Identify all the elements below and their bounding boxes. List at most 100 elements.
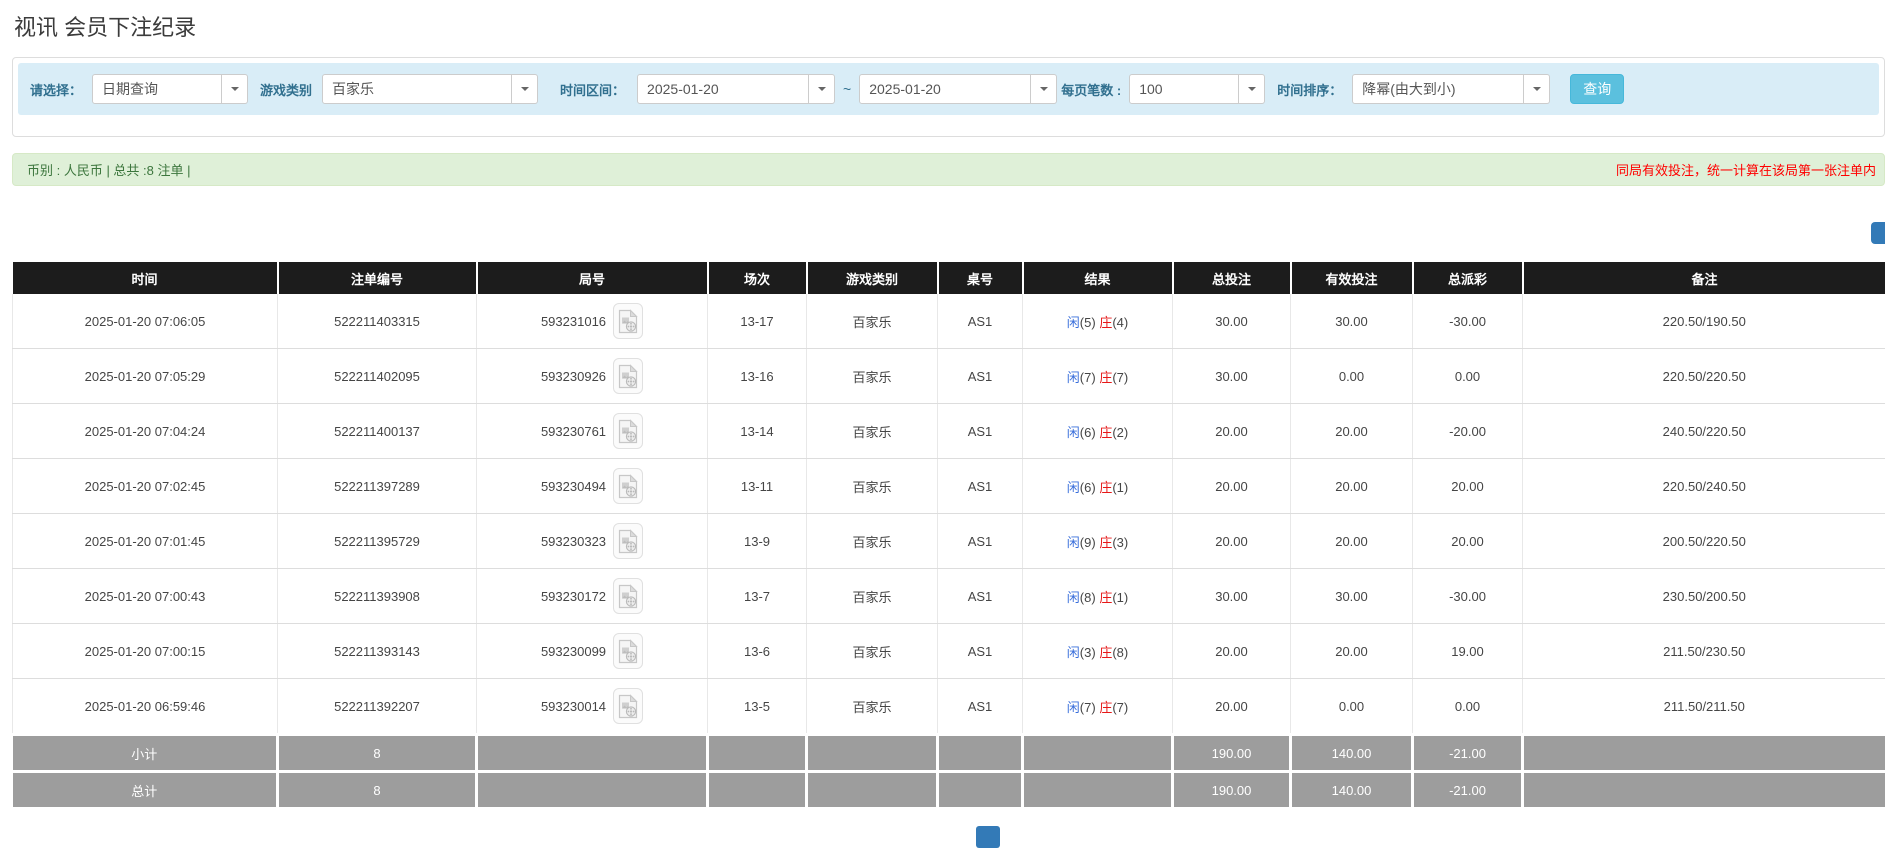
- records-table: 时间注单编号局号场次游戏类别桌号结果总投注有效投注总派彩备注 2025-01-2…: [12, 262, 1885, 807]
- round-id-text: 593230323: [541, 534, 606, 549]
- footer-label: 小计: [13, 735, 278, 772]
- result-banker-score: (7): [1112, 370, 1128, 385]
- side-action-button[interactable]: [1871, 222, 1885, 244]
- round-id-wrap: 593230172: [541, 578, 643, 614]
- date-to-combo: 2025-01-20: [859, 74, 1057, 104]
- result-player-score: (5): [1080, 315, 1096, 330]
- cell-session: 13-9: [708, 514, 807, 569]
- cell-time: 2025-01-20 07:04:24: [13, 404, 278, 459]
- cell-result: 闲(7) 庄(7): [1023, 349, 1173, 404]
- subtotal-row: 小计8190.00140.00-21.00: [13, 735, 1885, 772]
- footer-empty: [477, 735, 708, 772]
- summary-currency-count: 币别 : 人民币 | 总共 :8 注单 |: [27, 160, 191, 179]
- result-player-label: 闲: [1067, 425, 1080, 440]
- cell-game-type: 百家乐: [807, 624, 938, 679]
- round-id-text: 593231016: [541, 314, 606, 329]
- cell-time: 2025-01-20 06:59:46: [13, 679, 278, 735]
- video-replay-button[interactable]: [613, 358, 643, 394]
- cell-note: 220.50/220.50: [1523, 349, 1885, 404]
- cell-time: 2025-01-20 07:02:45: [13, 459, 278, 514]
- result-banker-score: (7): [1112, 700, 1128, 715]
- column-header: 有效投注: [1291, 262, 1413, 294]
- video-icon: [618, 309, 638, 334]
- sort-order-combo: 降幂(由大到小): [1352, 74, 1550, 104]
- cell-result: 闲(6) 庄(2): [1023, 404, 1173, 459]
- result-player-score: (7): [1080, 370, 1096, 385]
- sort-order-value[interactable]: 降幂(由大到小): [1352, 74, 1524, 104]
- cell-valid-bet: 20.00: [1291, 514, 1413, 569]
- cell-time: 2025-01-20 07:00:15: [13, 624, 278, 679]
- result-player-score: (9): [1080, 535, 1096, 550]
- cell-valid-bet: 20.00: [1291, 404, 1413, 459]
- table-row: 2025-01-20 07:04:24522211400137593230761…: [13, 404, 1885, 459]
- select-type-caret-button[interactable]: [222, 74, 248, 104]
- footer-valid-bet: 140.00: [1291, 735, 1413, 772]
- video-replay-button[interactable]: [613, 413, 643, 449]
- cell-note: 230.50/200.50: [1523, 569, 1885, 624]
- select-type-value[interactable]: 日期查询: [92, 74, 222, 104]
- select-type-combo: 日期查询: [92, 74, 248, 104]
- cell-game-type: 百家乐: [807, 294, 938, 349]
- cell-round-id: 593230761: [477, 404, 708, 459]
- cell-time: 2025-01-20 07:05:29: [13, 349, 278, 404]
- filter-panel: 请选择： 日期查询 游戏类别 百家乐 时间区间： 2025-01-20 ~ 20…: [12, 57, 1885, 137]
- cell-result: 闲(9) 庄(3): [1023, 514, 1173, 569]
- video-icon: [618, 419, 638, 444]
- game-type-value[interactable]: 百家乐: [322, 74, 512, 104]
- cell-payout: 0.00: [1413, 679, 1523, 735]
- result-player-label: 闲: [1067, 370, 1080, 385]
- page-size-value[interactable]: 100: [1129, 74, 1239, 104]
- result-banker-score: (1): [1112, 480, 1128, 495]
- date-from-caret-button[interactable]: [809, 74, 835, 104]
- game-type-combo: 百家乐: [322, 74, 538, 104]
- page-size-caret-button[interactable]: [1239, 74, 1265, 104]
- select-type-label: 请选择：: [30, 80, 82, 99]
- video-replay-button[interactable]: [613, 303, 643, 339]
- round-id-wrap: 593230323: [541, 523, 643, 559]
- result-banker-score: (2): [1112, 425, 1128, 440]
- date-from-value[interactable]: 2025-01-20: [637, 74, 809, 104]
- pagination-button[interactable]: [976, 826, 1000, 848]
- table-row: 2025-01-20 07:01:45522211395729593230323…: [13, 514, 1885, 569]
- table-row: 2025-01-20 07:02:45522211397289593230494…: [13, 459, 1885, 514]
- cell-bet-id: 522211403315: [278, 294, 477, 349]
- chevron-down-icon: [521, 87, 529, 91]
- round-id-wrap: 593230494: [541, 468, 643, 504]
- video-replay-button[interactable]: [613, 578, 643, 614]
- round-id-wrap: 593230761: [541, 413, 643, 449]
- round-id-wrap: 593230926: [541, 358, 643, 394]
- date-to-caret-button[interactable]: [1031, 74, 1057, 104]
- column-header: 游戏类别: [807, 262, 938, 294]
- cell-total-bet: 20.00: [1173, 459, 1291, 514]
- cell-valid-bet: 20.00: [1291, 459, 1413, 514]
- chevron-down-icon: [231, 87, 239, 91]
- video-replay-button[interactable]: [613, 523, 643, 559]
- cell-valid-bet: 0.00: [1291, 349, 1413, 404]
- cell-time: 2025-01-20 07:00:43: [13, 569, 278, 624]
- video-replay-button[interactable]: [613, 688, 643, 724]
- video-replay-button[interactable]: [613, 468, 643, 504]
- cell-payout: 19.00: [1413, 624, 1523, 679]
- result-player-label: 闲: [1067, 645, 1080, 660]
- total-row: 总计8190.00140.00-21.00: [13, 772, 1885, 808]
- sort-order-caret-button[interactable]: [1524, 74, 1550, 104]
- date-to-value[interactable]: 2025-01-20: [859, 74, 1031, 104]
- cell-note: 211.50/211.50: [1523, 679, 1885, 735]
- footer-payout: -21.00: [1413, 735, 1523, 772]
- search-button[interactable]: 查询: [1570, 74, 1624, 104]
- result-banker-label: 庄: [1099, 535, 1112, 550]
- cell-time: 2025-01-20 07:06:05: [13, 294, 278, 349]
- round-id-text: 593230494: [541, 479, 606, 494]
- video-replay-button[interactable]: [613, 633, 643, 669]
- footer-total-bet: 190.00: [1173, 772, 1291, 808]
- video-icon: [618, 639, 638, 664]
- game-type-caret-button[interactable]: [512, 74, 538, 104]
- summary-note: 同局有效投注，统一计算在该局第一张注单内: [1616, 160, 1876, 179]
- cell-session: 13-7: [708, 569, 807, 624]
- result-player-score: (6): [1080, 425, 1096, 440]
- cell-total-bet: 20.00: [1173, 624, 1291, 679]
- page-size-label: 每页笔数 :: [1061, 80, 1121, 99]
- cell-bet-id: 522211393143: [278, 624, 477, 679]
- cell-result: 闲(5) 庄(4): [1023, 294, 1173, 349]
- footer-empty: [1023, 735, 1173, 772]
